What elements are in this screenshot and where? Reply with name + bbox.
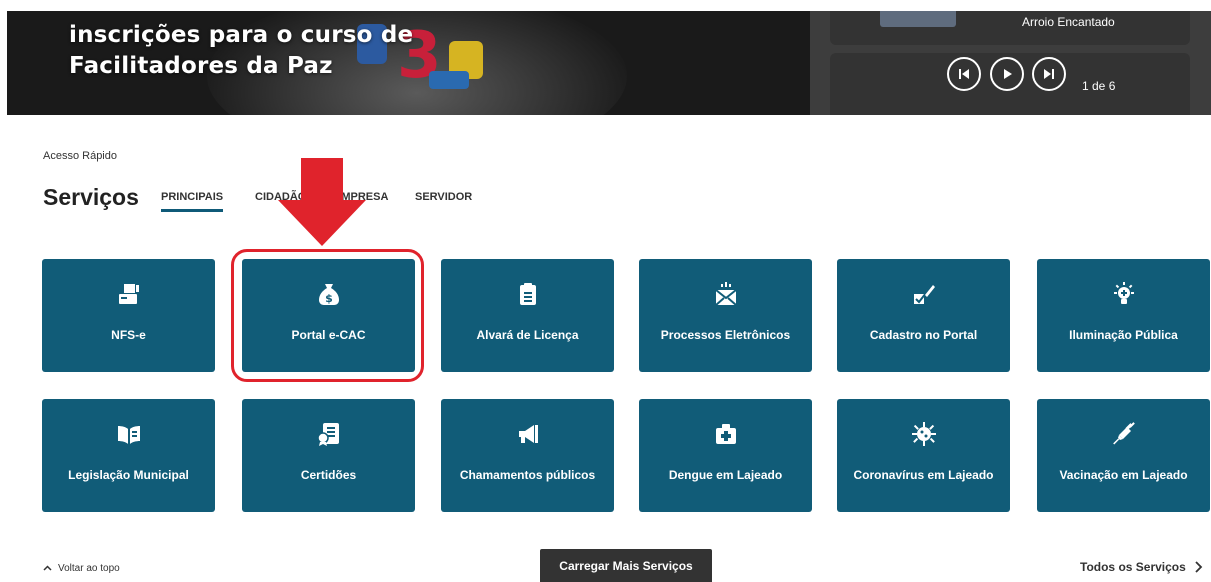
- pen-checkbox-icon: [911, 279, 937, 309]
- certificate-icon: [316, 419, 342, 449]
- open-book-icon: [116, 419, 142, 449]
- service-tile-legislacao[interactable]: Legislação Municipal: [42, 399, 215, 512]
- all-services-link[interactable]: Todos os Serviços: [1080, 560, 1203, 574]
- chevron-right-icon: [1195, 561, 1203, 573]
- service-tile-label: Vacinação em Lajeado: [1059, 468, 1188, 482]
- all-services-label: Todos os Serviços: [1080, 560, 1186, 574]
- side-news-item[interactable]: Arroio Encantado: [830, 11, 1190, 45]
- service-tile-label: Dengue em Lajeado: [668, 468, 783, 482]
- back-to-top-link[interactable]: Voltar ao topo: [43, 563, 120, 574]
- service-tile-label: NFS-e: [111, 328, 146, 342]
- side-thumbnail: [880, 11, 956, 27]
- service-tile-label: Coronavírus em Lajeado: [853, 468, 994, 482]
- side-caption: Arroio Encantado: [1022, 15, 1115, 29]
- red-arrow-icon: [278, 158, 366, 246]
- service-tile-nfse[interactable]: NFS-e: [42, 259, 215, 372]
- quick-access-label: Acesso Rápido: [43, 150, 117, 162]
- previous-button[interactable]: [947, 57, 981, 91]
- service-tile-label: Cadastro no Portal: [869, 328, 978, 342]
- highlight-box: [231, 249, 424, 382]
- back-to-top-label: Voltar ao topo: [58, 563, 120, 574]
- load-more-button[interactable]: Carregar Mais Serviços: [540, 549, 712, 582]
- first-aid-kit-icon: [713, 419, 739, 449]
- skip-back-icon: [959, 69, 969, 79]
- hero-banner[interactable]: 3 inscrições para o curso de Facilitador…: [7, 11, 810, 115]
- service-tile-processos[interactable]: Processos Eletrônicos: [639, 259, 812, 372]
- invoice-printer-icon: [116, 279, 142, 309]
- service-tile-label: Processos Eletrônicos: [660, 328, 791, 342]
- service-tile-cadastro[interactable]: Cadastro no Portal: [837, 259, 1010, 372]
- hero-title[interactable]: inscrições para o curso de Facilitadores…: [69, 20, 413, 82]
- envelope-icon: [713, 279, 739, 309]
- service-tile-dengue[interactable]: Dengue em Lajeado: [639, 399, 812, 512]
- tab-principais[interactable]: PRINCIPAIS: [161, 191, 224, 212]
- virus-icon: [911, 419, 937, 449]
- services-title: Serviços: [43, 184, 139, 210]
- tab-servidor[interactable]: SERVIDOR: [415, 191, 472, 203]
- service-tile-vacinacao[interactable]: Vacinação em Lajeado: [1037, 399, 1210, 512]
- service-tile-chamamentos[interactable]: Chamamentos públicos: [441, 399, 614, 512]
- megaphone-icon: [515, 419, 541, 449]
- hero-title-line-2: Facilitadores da Paz: [69, 53, 333, 79]
- clipboard-icon: [515, 279, 541, 309]
- carousel-counter: 1 de 6: [1082, 79, 1116, 93]
- service-tile-label: Iluminação Pública: [1069, 328, 1178, 342]
- hero-title-line-1: inscrições para o curso de: [69, 22, 414, 48]
- service-tile-label: Certidões: [300, 468, 357, 482]
- service-tile-coronavirus[interactable]: Coronavírus em Lajeado: [837, 399, 1010, 512]
- play-button[interactable]: [990, 57, 1024, 91]
- lightbulb-icon: [1111, 279, 1137, 309]
- service-tile-certidoes[interactable]: Certidões: [242, 399, 415, 512]
- next-button[interactable]: [1032, 57, 1066, 91]
- service-tile-label: Legislação Municipal: [68, 468, 189, 482]
- chevron-up-icon: [43, 565, 52, 571]
- play-icon: [1004, 69, 1012, 79]
- service-tile-label: Alvará de Licença: [476, 328, 579, 342]
- syringe-icon: [1111, 419, 1137, 449]
- skip-forward-icon: [1044, 69, 1054, 79]
- service-tile-alvara[interactable]: Alvará de Licença: [441, 259, 614, 372]
- page: 3 inscrições para o curso de Facilitador…: [0, 0, 1211, 582]
- service-tile-label: Chamamentos públicos: [459, 468, 596, 482]
- service-tile-iluminacao[interactable]: Iluminação Pública: [1037, 259, 1210, 372]
